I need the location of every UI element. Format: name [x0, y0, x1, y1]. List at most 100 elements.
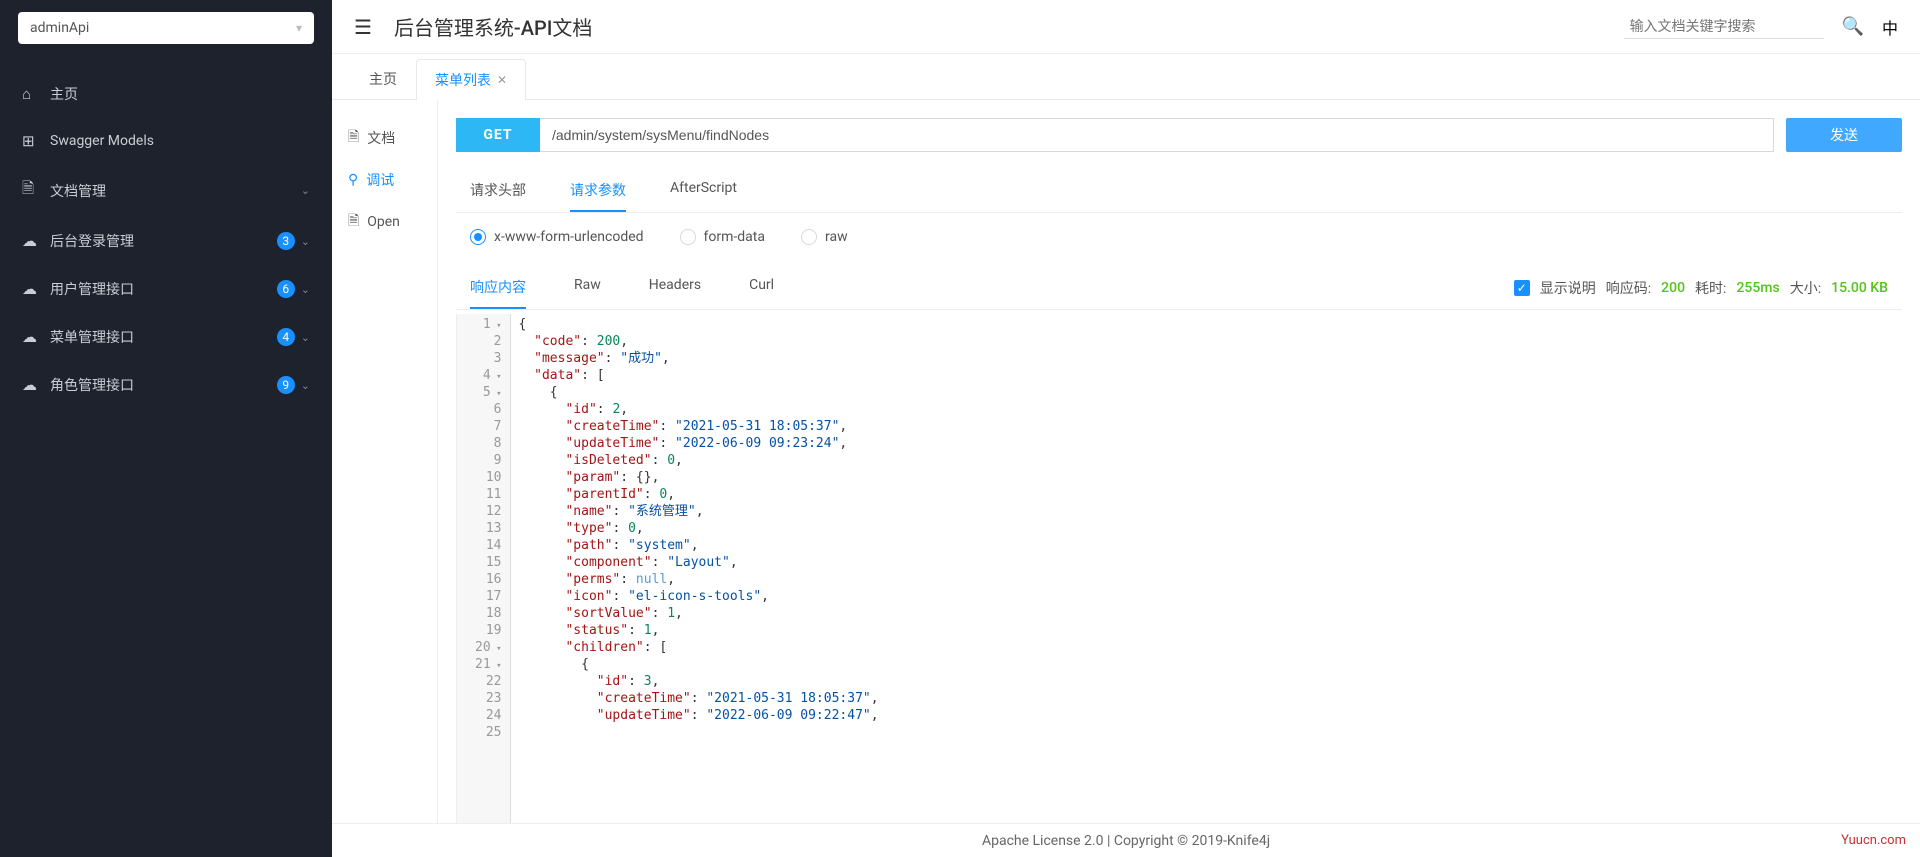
request-tab[interactable]: 请求参数 [570, 170, 626, 212]
line-number: 23 [475, 690, 502, 707]
response-meta: ✓ 显示说明 响应码: 200 耗时: 255ms 大小: 15.00 KB [1514, 278, 1888, 298]
count-badge: 4 [277, 328, 295, 346]
line-number: 8 [475, 435, 502, 452]
collapse-sidebar-icon[interactable]: ☰ [354, 15, 372, 39]
code-line: "perms": null, [519, 571, 1895, 588]
menu-item-label: Swagger Models [50, 133, 310, 149]
line-number: 7 [475, 418, 502, 435]
response-tab[interactable]: Raw [574, 267, 601, 309]
code-line: "path": "system", [519, 537, 1895, 554]
content-pane: GET 发送 请求头部 请求参数 AfterScript x-www-form-ur… [438, 100, 1920, 823]
attribution: Yuucn.com [1841, 833, 1906, 848]
subnav-item[interactable]: 🗎文档 [332, 116, 437, 160]
count-badge: 6 [277, 280, 295, 298]
menu-item-label: 用户管理接口 [50, 279, 277, 299]
topbar: ☰ 后台管理系统-API文档 🔍 中 [332, 0, 1920, 54]
code-line: "code": 200, [519, 333, 1895, 350]
sidebar-item[interactable]: ⊞ Swagger Models [0, 118, 332, 164]
response-time-label: 耗时: [1695, 278, 1726, 298]
response-tabs-row: 响应内容 Raw Headers Curl ✓ 显示说明 响应码: 200 耗时: 2… [456, 261, 1902, 310]
menu-item-label: 文档管理 [50, 181, 301, 201]
line-number: 11 [475, 486, 502, 503]
response-tab[interactable]: 响应内容 [470, 267, 526, 309]
response-body[interactable]: { "code": 200, "message": "成功", "data": … [511, 314, 1903, 823]
code-line: "updateTime": "2022-06-09 09:22:47", [519, 707, 1895, 724]
request-tab[interactable]: 请求头部 [470, 170, 526, 212]
line-number: 20 [475, 639, 502, 656]
code-line: "updateTime": "2022-06-09 09:23:24", [519, 435, 1895, 452]
line-number: 2 [475, 333, 502, 350]
subnav-item[interactable]: ⚲调试 [332, 160, 437, 200]
line-number: 12 [475, 503, 502, 520]
request-tabs: 请求头部 请求参数 AfterScript [456, 170, 1902, 213]
request-tab[interactable]: AfterScript [670, 170, 737, 212]
radio-label: form-data [704, 229, 765, 245]
body-type-radios: x-www-form-urlencoded form-data raw [456, 213, 1902, 261]
line-number: 16 [475, 571, 502, 588]
line-number: 22 [475, 673, 502, 690]
chevron-down-icon: ⌄ [301, 283, 310, 296]
language-toggle[interactable]: 中 [1882, 15, 1898, 39]
response-size-value: 15.00 KB [1831, 280, 1888, 296]
code-line: "createTime": "2021-05-31 18:05:37", [519, 418, 1895, 435]
document-tab[interactable]: 菜单列表✕ [416, 59, 526, 100]
line-number: 24 [475, 707, 502, 724]
code-line: "param": {}, [519, 469, 1895, 486]
code-line: "sortValue": 1, [519, 605, 1895, 622]
sidebar-item[interactable]: ☁ 角色管理接口 9 ⌄ [0, 361, 332, 409]
sidebar-item[interactable]: ☁ 后台登录管理 3 ⌄ [0, 217, 332, 265]
document-tabs: 主页菜单列表✕ [332, 54, 1920, 100]
code-line: "createTime": "2021-05-31 18:05:37", [519, 690, 1895, 707]
radio-label: x-www-form-urlencoded [494, 229, 644, 245]
line-number: 10 [475, 469, 502, 486]
response-code-value: 200 [1661, 280, 1685, 296]
sub-navigation: 🗎文档⚲调试🗎Open [332, 100, 438, 823]
menu-item-icon: ⊞ [22, 132, 50, 150]
menu-item-icon: ☁ [22, 280, 50, 298]
footer: Apache License 2.0 | Copyright © 2019-Kn… [332, 823, 1920, 857]
menu-item-icon: ☁ [22, 232, 50, 250]
chevron-down-icon: ⌄ [301, 235, 310, 248]
menu-item-label: 菜单管理接口 [50, 327, 277, 347]
body-type-option[interactable]: form-data [680, 229, 765, 245]
radio-icon [801, 229, 817, 245]
line-number: 17 [475, 588, 502, 605]
sidebar-item[interactable]: ⌂ 主页 [0, 70, 332, 118]
line-number: 5 [475, 384, 502, 401]
response-tab[interactable]: Curl [749, 267, 774, 309]
search-icon[interactable]: 🔍 [1842, 16, 1864, 37]
url-input[interactable] [540, 118, 1774, 152]
sidebar-item[interactable]: 🗎 文档管理 ⌄ [0, 164, 332, 217]
sidebar-item[interactable]: ☁ 用户管理接口 6 ⌄ [0, 265, 332, 313]
response-editor: 1234567891011121314151617181920212223242… [456, 314, 1902, 823]
tab-label: 主页 [369, 69, 397, 89]
close-icon[interactable]: ✕ [497, 73, 507, 87]
code-line: "parentId": 0, [519, 486, 1895, 503]
subnav-item[interactable]: 🗎Open [332, 200, 437, 244]
footer-text: Apache License 2.0 | Copyright © 2019-Kn… [982, 833, 1270, 849]
request-url-bar: GET 发送 [456, 118, 1902, 152]
radio-icon [680, 229, 696, 245]
body-type-option[interactable]: raw [801, 229, 848, 245]
chevron-down-icon: ⌄ [301, 331, 310, 344]
body-type-option[interactable]: x-www-form-urlencoded [470, 229, 644, 245]
code-line: "message": "成功", [519, 350, 1895, 367]
code-line: "isDeleted": 0, [519, 452, 1895, 469]
line-number: 13 [475, 520, 502, 537]
response-code-label: 响应码: [1606, 278, 1651, 298]
code-line: "id": 3, [519, 673, 1895, 690]
sidebar-item[interactable]: ☁ 菜单管理接口 4 ⌄ [0, 313, 332, 361]
line-number: 21 [475, 656, 502, 673]
api-group-select[interactable]: adminApi ▾ [18, 12, 314, 44]
code-line: "data": [ [519, 367, 1895, 384]
menu-item-icon: ⌂ [22, 85, 50, 103]
code-line: "component": "Layout", [519, 554, 1895, 571]
document-tab[interactable]: 主页 [350, 58, 416, 99]
show-description-checkbox[interactable]: ✓ [1514, 280, 1530, 296]
line-number: 18 [475, 605, 502, 622]
api-group-value: adminApi [30, 20, 89, 36]
search-input[interactable] [1624, 14, 1824, 39]
response-tab[interactable]: Headers [649, 267, 701, 309]
send-button[interactable]: 发送 [1786, 118, 1902, 152]
subnav-icon: ⚲ [348, 172, 358, 188]
